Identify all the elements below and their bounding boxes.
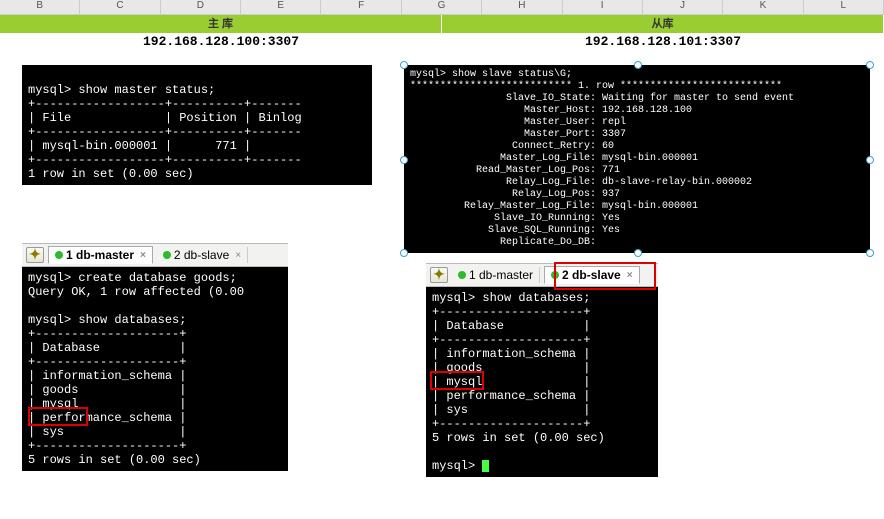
status-dot-icon — [55, 251, 63, 259]
add-tab-button[interactable]: ✦ — [430, 267, 448, 283]
ip-master: 192.168.128.100:3307 — [0, 33, 442, 51]
header-row: 主 库 从库 — [0, 15, 884, 33]
terminal-master-status: mysql> show master status; +------------… — [22, 65, 372, 185]
status-dot-icon — [458, 271, 466, 279]
terminal-slave-status: mysql> show slave status\G; ************… — [404, 65, 870, 253]
highlight-goods-slave — [430, 371, 484, 390]
tab-db-slave[interactable]: 2 db-slave × — [157, 247, 248, 263]
spreadsheet-column-headers: BCDEFGHIJKL — [0, 0, 884, 15]
close-icon[interactable]: × — [140, 250, 146, 261]
header-master: 主 库 — [0, 15, 442, 33]
close-icon[interactable]: × — [235, 250, 241, 261]
tab-bar-master: ✦ 1 db-master × 2 db-slave × — [22, 243, 288, 267]
highlight-tab-slave — [554, 262, 656, 290]
highlight-goods-master — [28, 407, 88, 426]
header-slave: 从库 — [442, 15, 884, 33]
ip-slave: 192.168.128.101:3307 — [442, 33, 884, 51]
ip-row: 192.168.128.100:3307 192.168.128.101:330… — [0, 33, 884, 51]
terminal-cursor — [482, 460, 489, 472]
tab-db-master[interactable]: 1 db-master × — [48, 246, 153, 264]
add-tab-button[interactable]: ✦ — [26, 247, 44, 263]
status-dot-icon — [163, 251, 171, 259]
tab-db-master[interactable]: 1 db-master — [452, 267, 540, 283]
terminal-master-databases: mysql> create database goods; Query OK, … — [22, 267, 288, 471]
